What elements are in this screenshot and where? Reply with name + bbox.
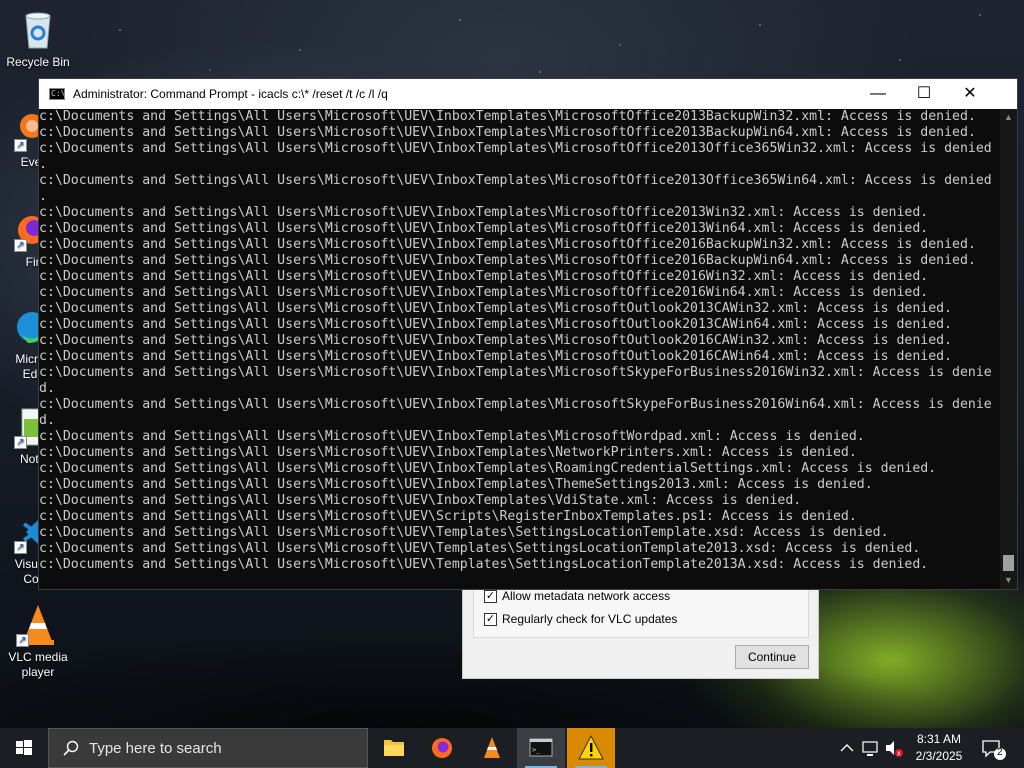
console-line: d.	[39, 381, 55, 396]
checkbox-label: Allow metadata network access	[502, 589, 671, 603]
console-line: c:\Documents and Settings\All Users\Micr…	[39, 205, 929, 220]
folder-icon	[384, 740, 404, 756]
console-line: c:\Documents and Settings\All Users\Micr…	[39, 397, 992, 412]
shortcut-arrow-icon: ↗	[14, 436, 27, 449]
cmd-app-icon: C:\	[49, 88, 66, 100]
taskbar-vlc[interactable]	[468, 728, 516, 768]
show-hidden-icons-button[interactable]	[838, 728, 856, 768]
firefox-icon	[432, 738, 452, 758]
scroll-down-icon[interactable]: ▼	[1000, 572, 1017, 589]
console-line: c:\Documents and Settings\All Users\Micr…	[39, 269, 929, 284]
shortcut-arrow-icon: ↗	[14, 139, 27, 152]
start-button[interactable]	[0, 728, 48, 768]
console-line: c:\Documents and Settings\All Users\Micr…	[39, 237, 976, 252]
console-line: c:\Documents and Settings\All Users\Micr…	[39, 301, 953, 316]
taskbar-firefox[interactable]	[418, 728, 466, 768]
volume-muted-icon: x	[886, 741, 903, 758]
maximize-button[interactable]: ☐	[901, 79, 947, 109]
console-line: c:\Documents and Settings\All Users\Micr…	[39, 253, 976, 268]
metadata-network-checkbox[interactable]: ✓ Allow metadata network access	[484, 589, 670, 603]
console-line: c:\Documents and Settings\All Users\Micr…	[39, 365, 992, 380]
vlc-icon	[484, 737, 500, 758]
shortcut-arrow-icon: ↗	[14, 541, 27, 554]
checkmark-icon: ✓	[484, 589, 497, 603]
svg-text:>_: >_	[532, 746, 541, 754]
console-line: c:\Documents and Settings\All Users\Micr…	[39, 557, 929, 572]
console-line: c:\Documents and Settings\All Users\Micr…	[39, 445, 857, 460]
checkbox-label: Regularly check for VLC updates	[502, 612, 678, 626]
search-placeholder: Type here to search	[89, 739, 222, 757]
desktop-icon-recycle-bin[interactable]: Recycle Bin	[0, 8, 76, 70]
taskbar-clock[interactable]: 8:31 AM 2/3/2025	[904, 728, 974, 768]
console-line: c:\Documents and Settings\All Users\Micr…	[39, 493, 802, 508]
recycle-bin-icon	[16, 8, 60, 52]
checkmark-icon: ✓	[484, 612, 497, 626]
desktop-icon-vlc[interactable]: ↗ VLC media player	[0, 603, 76, 680]
console-line: c:\Documents and Settings\All Users\Micr…	[39, 429, 865, 444]
taskbar-file-explorer[interactable]	[370, 728, 418, 768]
vlc-privacy-dialog: ✓ Allow metadata network access ✓ Regula…	[462, 574, 819, 679]
taskbar: Type here to search >_ x 8:31 AM 2/3/202…	[0, 728, 1024, 768]
scroll-thumb[interactable]	[1003, 555, 1014, 571]
console-line: c:\Documents and Settings\All Users\Micr…	[39, 285, 929, 300]
shortcut-arrow-icon: ↗	[14, 239, 27, 252]
console-line: c:\Documents and Settings\All Users\Micr…	[39, 317, 953, 332]
console-line: c:\Documents and Settings\All Users\Micr…	[39, 173, 992, 188]
console-line: c:\Documents and Settings\All Users\Micr…	[39, 333, 953, 348]
console-line: c:\Documents and Settings\All Users\Micr…	[39, 221, 929, 236]
svg-text:x: x	[897, 750, 901, 758]
windows-logo-icon	[16, 740, 32, 755]
network-icon	[862, 741, 878, 756]
taskbar-search-box[interactable]: Type here to search	[48, 728, 368, 768]
console-line: d.	[39, 413, 55, 428]
console-line: c:\Documents and Settings\All Users\Micr…	[39, 461, 937, 476]
volume-tray-button[interactable]: x	[883, 728, 905, 768]
notification-center-button[interactable]: 2	[978, 728, 1012, 768]
command-prompt-window[interactable]: C:\ Administrator: Command Prompt - icac…	[38, 78, 1018, 590]
console-line: c:\Documents and Settings\All Users\Micr…	[39, 541, 921, 556]
taskbar-command-prompt[interactable]: >_	[517, 728, 565, 768]
console-line: c:\Documents and Settings\All Users\Micr…	[39, 125, 976, 140]
check-updates-checkbox[interactable]: ✓ Regularly check for VLC updates	[484, 612, 677, 626]
notification-count: 2	[997, 747, 1003, 758]
taskbar-warning-app[interactable]	[567, 728, 615, 768]
window-title: Administrator: Command Prompt - icacls c…	[73, 87, 388, 101]
search-icon	[63, 740, 79, 756]
console-line: c:\Documents and Settings\All Users\Micr…	[39, 525, 889, 540]
shortcut-arrow-icon: ↗	[16, 634, 29, 647]
console-line: c:\Documents and Settings\All Users\Micr…	[39, 141, 992, 156]
console-line: .	[39, 189, 47, 204]
console-line: c:\Documents and Settings\All Users\Micr…	[39, 509, 857, 524]
desktop-icon-label: VLC media player	[8, 650, 68, 679]
warning-icon	[578, 734, 604, 760]
vlc-icon: ↗	[16, 603, 60, 647]
clock-time: 8:31 AM	[916, 732, 962, 746]
desktop-icon-label: Recycle Bin	[6, 55, 70, 69]
network-tray-button[interactable]	[860, 728, 882, 768]
console-line: c:\Documents and Settings\All Users\Micr…	[39, 109, 976, 124]
console-line: c:\Documents and Settings\All Users\Micr…	[39, 477, 873, 492]
scroll-up-icon[interactable]: ▲	[1000, 109, 1017, 126]
console-line: .	[39, 157, 47, 172]
console-output[interactable]: c:\Documents and Settings\All Users\Micr…	[39, 109, 1001, 589]
vertical-scrollbar[interactable]: ▲ ▼	[1000, 109, 1017, 589]
continue-button[interactable]: Continue	[735, 645, 809, 669]
console-line: c:\Documents and Settings\All Users\Micr…	[39, 349, 953, 364]
minimize-button[interactable]: —	[855, 79, 901, 109]
clock-date: 2/3/2025	[915, 749, 963, 763]
notification-icon	[982, 740, 1006, 760]
close-button[interactable]: ✕	[947, 79, 993, 109]
cmd-icon: >_	[529, 738, 553, 757]
chevron-up-icon	[840, 744, 854, 752]
title-bar[interactable]: C:\ Administrator: Command Prompt - icac…	[39, 79, 1017, 109]
